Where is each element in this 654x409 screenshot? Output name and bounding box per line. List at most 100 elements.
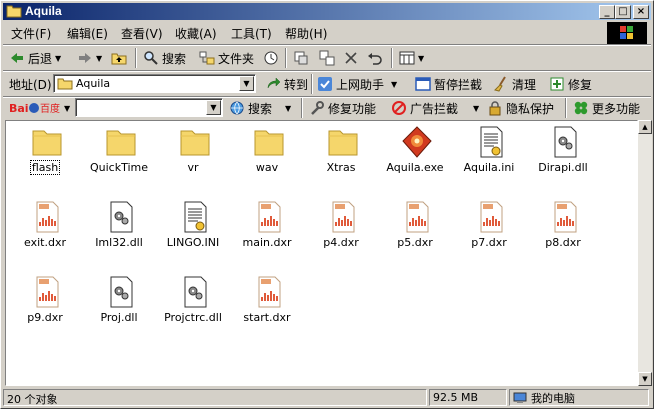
chevron-down-icon: ▼ xyxy=(96,53,103,63)
file-list-view[interactable]: flash QuickTime vr wav Xtras Aquila.exe Aquila… xyxy=(5,120,638,386)
repair-button[interactable]: 修复 xyxy=(549,75,592,93)
baidu-search-input[interactable]: ▼ xyxy=(75,98,223,117)
file-item[interactable]: p4.dxr xyxy=(306,198,376,264)
file-item[interactable]: vr xyxy=(158,123,228,189)
history-icon xyxy=(264,51,278,65)
dll-file-icon xyxy=(549,125,581,159)
privacy-button[interactable]: 隐私保护 xyxy=(487,99,554,117)
dxr-file-icon xyxy=(31,200,63,234)
file-name: Xtras xyxy=(326,161,356,174)
forward-button[interactable]: ▼ xyxy=(77,49,102,67)
search-label: 搜索 xyxy=(162,51,187,66)
copy-to-button[interactable] xyxy=(319,49,335,67)
status-bar: 20 个对象 92.5 MB 我的电脑 xyxy=(3,388,651,407)
baidu-logo-button[interactable]: Bai 百度 ▼ xyxy=(9,99,70,117)
baidu-logo-text: 百度 xyxy=(40,102,60,115)
chevron-down-icon[interactable]: ▼ xyxy=(239,76,254,91)
folder-icon xyxy=(6,5,22,18)
assistant-button[interactable]: 上网助手 ▼ xyxy=(317,75,397,93)
minimize-button[interactable]: _ xyxy=(599,5,615,19)
file-name: p9.dxr xyxy=(27,311,63,324)
back-label: 后退 xyxy=(28,51,53,66)
block-pause-button[interactable]: 暂停拦截 xyxy=(415,75,482,93)
globe-search-icon xyxy=(230,101,244,115)
chevron-down-icon: ▼ xyxy=(418,53,425,63)
chevron-down-icon: ▼ xyxy=(473,103,480,113)
address-input[interactable]: Aquila ▼ xyxy=(53,74,256,93)
dxr-file-icon xyxy=(327,200,359,234)
status-object-count: 20 个对象 xyxy=(3,389,427,406)
file-item[interactable]: LINGO.INI xyxy=(158,198,228,264)
clover-icon xyxy=(574,101,588,115)
folder-file-icon xyxy=(327,125,359,159)
baidu-toolbar: Bai 百度 ▼ ▼ 搜索 ▼ 修复功能 广告拦截 ▼ 隐私保护 更多功能 xyxy=(3,96,651,120)
file-item[interactable]: Proj.dll xyxy=(84,273,154,339)
ad-block-button[interactable]: 广告拦截 ▼ xyxy=(391,99,479,117)
dxr-file-icon xyxy=(401,200,433,234)
up-button[interactable] xyxy=(111,49,127,67)
move-to-button[interactable] xyxy=(293,49,309,67)
assistant-label: 上网助手 xyxy=(336,77,385,92)
file-item[interactable]: p8.dxr xyxy=(528,198,598,264)
file-item[interactable]: Iml32.dll xyxy=(84,198,154,264)
file-item[interactable]: wav xyxy=(232,123,302,189)
file-item[interactable]: Aquila.exe xyxy=(380,123,450,189)
vertical-scrollbar[interactable]: ▲ ▼ xyxy=(638,120,652,386)
history-button[interactable] xyxy=(263,49,279,67)
views-button[interactable]: ▼ xyxy=(399,49,424,67)
file-item[interactable]: Aquila.ini xyxy=(454,123,524,189)
file-item[interactable]: start.dxr xyxy=(232,273,302,339)
folders-button[interactable]: 文件夹 xyxy=(199,49,254,67)
file-item[interactable]: p9.dxr xyxy=(10,273,80,339)
toolbar-separator xyxy=(311,74,313,94)
menu-file[interactable]: 文件(F) xyxy=(11,25,51,42)
file-item[interactable]: exit.dxr xyxy=(10,198,80,264)
clean-button[interactable]: 清理 xyxy=(493,75,536,93)
menu-view[interactable]: 查看(V) xyxy=(121,25,163,42)
search-icon xyxy=(144,51,158,65)
scroll-down-arrow-icon[interactable]: ▼ xyxy=(638,372,652,386)
file-item[interactable]: QuickTime xyxy=(84,123,154,189)
dll-file-icon xyxy=(105,275,137,309)
menu-bar: 文件(F) 编辑(E) 查看(V) 收藏(A) 工具(T) 帮助(H) xyxy=(3,22,651,43)
dxr-file-icon xyxy=(549,200,581,234)
back-button[interactable]: 后退 ▼ xyxy=(9,49,61,67)
file-name: start.dxr xyxy=(243,311,291,324)
scroll-up-arrow-icon[interactable]: ▲ xyxy=(638,120,652,134)
menu-favorites[interactable]: 收藏(A) xyxy=(175,25,217,42)
dll-file-icon xyxy=(179,275,211,309)
file-name: p7.dxr xyxy=(471,236,507,249)
windows-logo xyxy=(607,22,647,44)
menu-help[interactable]: 帮助(H) xyxy=(285,25,327,42)
file-item[interactable]: p7.dxr xyxy=(454,198,524,264)
menu-edit[interactable]: 编辑(E) xyxy=(67,25,108,42)
address-label: 地址(D) xyxy=(9,77,52,92)
search-button[interactable]: 搜索 xyxy=(143,49,186,67)
go-button[interactable]: 转到 xyxy=(265,75,308,93)
file-name: Aquila.exe xyxy=(386,161,444,174)
folder-up-icon xyxy=(111,53,127,65)
file-item[interactable]: Projctrc.dll xyxy=(158,273,228,339)
repair-function-button[interactable]: 修复功能 xyxy=(309,99,376,117)
ini-file-icon xyxy=(475,125,507,159)
file-item[interactable]: p5.dxr xyxy=(380,198,450,264)
dxr-file-icon xyxy=(253,200,285,234)
file-item[interactable]: Dirapi.dll xyxy=(528,123,598,189)
file-item[interactable]: main.dxr xyxy=(232,198,302,264)
title-bar[interactable]: Aquila _ □ × xyxy=(3,3,651,20)
undo-button[interactable] xyxy=(367,49,383,67)
chevron-down-icon[interactable]: ▼ xyxy=(206,100,221,115)
file-item[interactable]: Xtras xyxy=(306,123,376,189)
folders-label: 文件夹 xyxy=(218,51,255,66)
status-location: 我的电脑 xyxy=(509,389,649,406)
file-item[interactable]: flash xyxy=(10,123,80,189)
close-button[interactable]: × xyxy=(633,5,649,19)
ad-block-label: 广告拦截 xyxy=(410,101,459,116)
assistant-icon xyxy=(318,77,332,91)
baidu-search-button[interactable]: 搜索 ▼ xyxy=(229,99,291,117)
delete-button[interactable] xyxy=(343,49,359,67)
more-functions-button[interactable]: 更多功能 xyxy=(573,99,640,117)
menu-tools[interactable]: 工具(T) xyxy=(231,25,272,42)
chevron-down-icon: ▼ xyxy=(391,79,398,89)
maximize-button[interactable]: □ xyxy=(615,5,631,19)
